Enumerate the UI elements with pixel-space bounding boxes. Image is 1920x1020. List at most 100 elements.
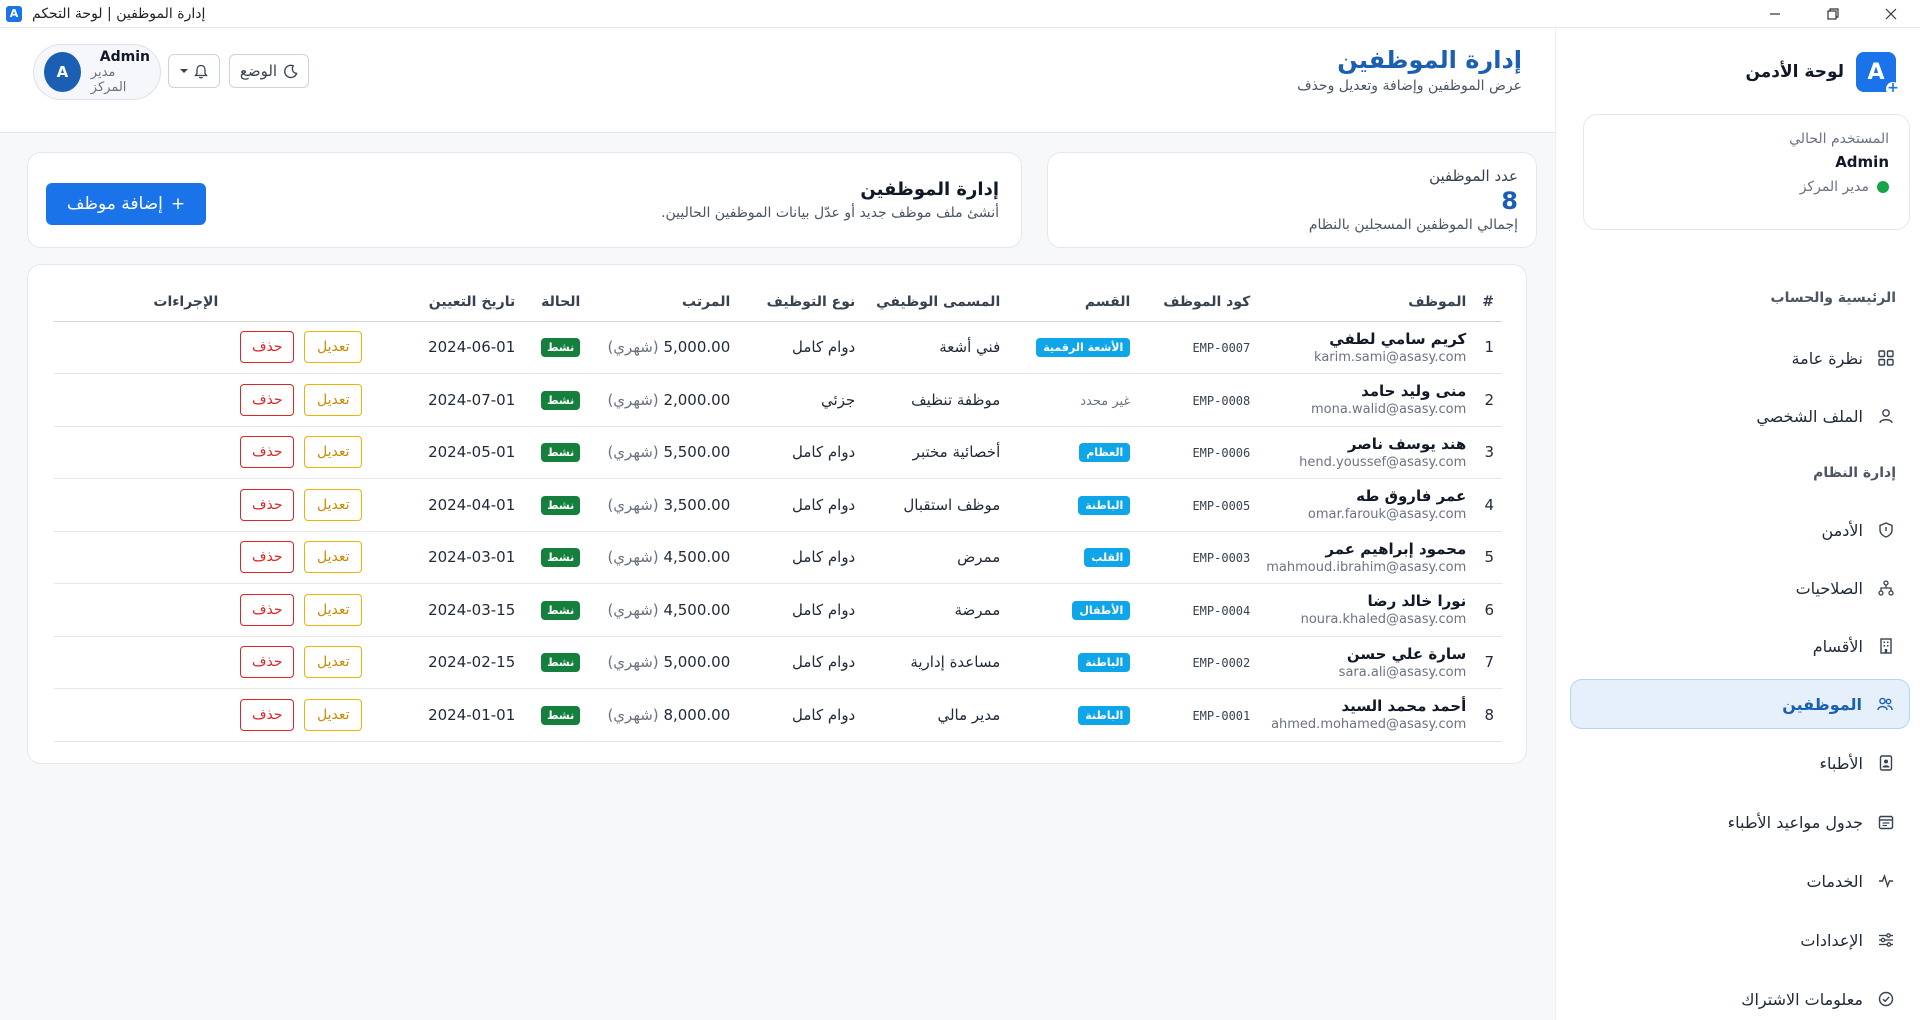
employee-email: noura.khaled@asasy.com <box>1300 612 1467 628</box>
employee-cell: هند يوسف ناصر hend.youssef@asasy.com <box>1258 426 1475 479</box>
salary-cell: 3,500.00 (شهري) <box>588 478 739 532</box>
page-header: إدارة الموظفين عرض الموظفين وإضافة وتعدي… <box>0 28 1555 133</box>
edit-button[interactable]: تعديل <box>304 646 363 679</box>
delete-button[interactable]: حذف <box>240 436 295 469</box>
sidebar-item-label: الأدمن <box>1821 520 1863 540</box>
status-badge: نشط <box>541 443 581 463</box>
column-header-hire-date: تاريخ التعيين <box>398 283 524 322</box>
sidebar-item-subscription[interactable]: معلومات الاشتراك <box>1570 974 1910 1020</box>
sidebar-item-doctor-schedule[interactable]: جدول مواعيد الأطباء <box>1570 797 1910 847</box>
employee-name: محمود إبراهيم عمر <box>1325 539 1467 558</box>
employees-table: # الموظف كود الموظف القسم المسمى الوظيفي… <box>54 283 1502 742</box>
moon-icon <box>283 64 298 79</box>
delete-button[interactable]: حذف <box>240 488 295 521</box>
status-badge: نشط <box>541 548 581 568</box>
hire-date: 2024-07-01 <box>398 373 524 427</box>
employee-code-cell: EMP-0008 <box>1138 373 1259 427</box>
employee-email: hend.youssef@asasy.com <box>1299 454 1467 470</box>
salary-cell: 5,000.00 (شهري) <box>588 636 739 689</box>
edit-button[interactable]: تعديل <box>304 541 363 574</box>
shield-icon <box>1877 521 1895 539</box>
department-cell: غير محدد <box>1008 373 1139 427</box>
sidebar-item-label: معلومات الاشتراك <box>1741 989 1863 1009</box>
profile-menu[interactable]: A Admin مدير المركز <box>33 44 161 100</box>
row-index: 4 <box>1474 478 1502 532</box>
column-header-employee: الموظف <box>1258 283 1475 322</box>
salary-cell: 4,500.00 (شهري) <box>588 583 739 637</box>
employee-email: ahmed.mohamed@asasy.com <box>1271 717 1467 733</box>
row-actions: تعديل حذف <box>62 593 363 626</box>
sidebar-item-services[interactable]: الخدمات <box>1570 856 1910 906</box>
department-cell: القلب <box>1008 531 1139 584</box>
actions-cell: تعديل حذف <box>54 426 399 479</box>
delete-button[interactable]: حذف <box>240 331 295 364</box>
profile-text: Admin مدير المركز <box>91 49 150 95</box>
job-title: مدير مالي <box>863 688 1009 742</box>
employee-name: نورا خالد رضا <box>1367 592 1467 611</box>
edit-button[interactable]: تعديل <box>304 383 363 416</box>
actions-cell: تعديل حذف <box>54 636 399 689</box>
sidebar-item-overview[interactable]: نظرة عامة <box>1570 333 1910 383</box>
sidebar-item-departments[interactable]: الأقسام <box>1570 621 1910 671</box>
page-subtitle: عرض الموظفين وإضافة وتعديل وحذف <box>1297 78 1522 94</box>
employee-cell: نورا خالد رضا noura.khaled@asasy.com <box>1258 583 1475 637</box>
delete-button[interactable]: حذف <box>240 383 295 416</box>
delete-button[interactable]: حذف <box>240 593 295 626</box>
hire-date: 2024-03-01 <box>398 531 524 584</box>
sidebar-item-profile[interactable]: الملف الشخصي <box>1570 391 1910 441</box>
employment-type: دوام كامل <box>738 426 864 479</box>
employee-code: EMP-0001 <box>1192 708 1251 723</box>
row-actions: تعديل حذف <box>62 541 363 574</box>
delete-button[interactable]: حذف <box>240 541 295 574</box>
department-cell: الأطفال <box>1008 583 1139 637</box>
nav-section-system: إدارة النظام <box>1813 465 1896 481</box>
row-actions: تعديل حذف <box>62 646 363 679</box>
restore-button[interactable] <box>1804 0 1862 28</box>
employee-cell: منى وليد حامد mona.walid@asasy.com <box>1258 373 1475 427</box>
table-row: 1 كريم سامي لطفي karim.sami@asasy.com EMP-0… <box>54 321 1502 374</box>
employee-name: أحمد محمد السيد <box>1341 697 1467 716</box>
actions-cell: تعديل حذف <box>54 321 399 374</box>
edit-button[interactable]: تعديل <box>304 698 363 731</box>
sidebar-item-employees[interactable]: الموظفين <box>1570 679 1910 729</box>
employment-type: دوام كامل <box>738 531 864 584</box>
sidebar-item-admin[interactable]: الأدمن <box>1570 505 1910 555</box>
employee-email: mona.walid@asasy.com <box>1311 402 1467 418</box>
minimize-button[interactable] <box>1746 0 1804 28</box>
edit-button[interactable]: تعديل <box>304 331 363 364</box>
sidebar-item-label: الموظفين <box>1782 694 1862 714</box>
chevron-down-icon <box>180 67 188 75</box>
notifications-button[interactable] <box>168 54 220 88</box>
job-title: فني أشعة <box>863 321 1009 374</box>
employee-count-card: عدد الموظفين 8 إجمالي الموظفين المسجلين … <box>1047 152 1537 248</box>
close-button[interactable] <box>1862 0 1920 28</box>
edit-button[interactable]: تعديل <box>304 593 363 626</box>
theme-mode-button[interactable]: الوضع <box>229 54 309 88</box>
employee-code: EMP-0004 <box>1192 603 1251 618</box>
brand-logo: A + <box>1856 52 1900 96</box>
brand[interactable]: A + لوحة الأدمن <box>1745 52 1900 96</box>
employee-code: EMP-0008 <box>1192 393 1251 408</box>
sidebar-item-settings[interactable]: الإعدادات <box>1570 915 1910 965</box>
row-index: 6 <box>1474 583 1502 637</box>
employee-code-cell: EMP-0006 <box>1138 426 1259 479</box>
profile-role: مدير المركز <box>90 65 127 95</box>
sidebar-item-permissions[interactable]: الصلاحيات <box>1570 563 1910 613</box>
job-title: موظف استقبال <box>863 478 1009 532</box>
column-header-status: الحالة <box>523 283 589 322</box>
table-row: 5 محمود إبراهيم عمر mahmoud.ibrahim@asasy.… <box>54 531 1502 584</box>
delete-button[interactable]: حذف <box>240 646 295 679</box>
delete-button[interactable]: حذف <box>240 698 295 731</box>
salary-period: (شهري) <box>607 600 659 619</box>
avatar: A <box>44 52 81 92</box>
column-header-job-title: المسمى الوظيفي <box>863 283 1009 322</box>
salary-amount: 5,000.00 <box>663 338 731 357</box>
salary-cell: 4,500.00 (شهري) <box>588 531 739 584</box>
edit-button[interactable]: تعديل <box>304 488 363 521</box>
sidebar-item-doctors[interactable]: الأطباء <box>1570 738 1910 788</box>
edit-button[interactable]: تعديل <box>304 436 363 469</box>
actions-cell: تعديل حذف <box>54 688 399 742</box>
table-row: 2 منى وليد حامد mona.walid@asasy.com EMP-00… <box>54 373 1502 427</box>
add-employee-button[interactable]: + إضافة موظف <box>46 183 206 225</box>
employment-type: جزئي <box>738 373 864 427</box>
